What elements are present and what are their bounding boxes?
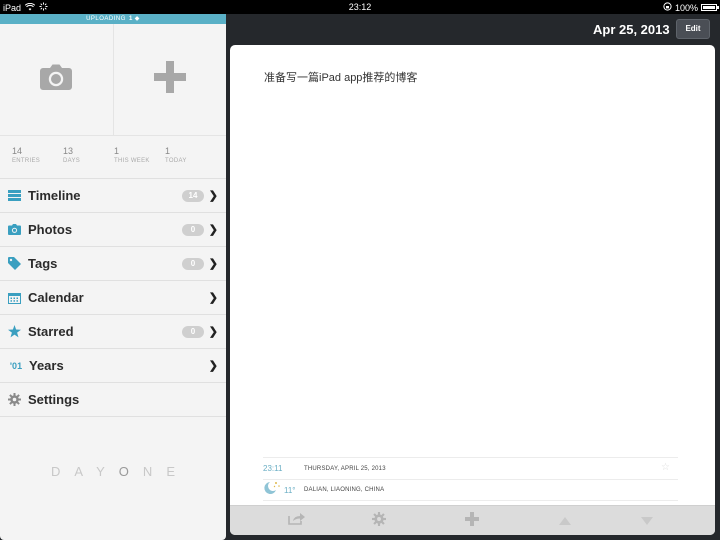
stat-today: 1 TODAY [165, 146, 216, 178]
camera-icon [40, 64, 73, 95]
quick-actions [0, 24, 226, 136]
sidebar-item-starred[interactable]: Starred 0 ❯ [0, 315, 226, 349]
chevron-right-icon: ❯ [208, 258, 218, 270]
sidebar-item-calendar[interactable]: Calendar ❯ [0, 281, 226, 315]
star-icon [8, 325, 21, 338]
stat-entries: 14 ENTRIES [12, 146, 63, 178]
sidebar: UPLOADING 1 ◆ 14 ENTRIES 13 DAYS 1 THIS WEEK … [0, 14, 226, 540]
stat-label: DAYS [63, 158, 81, 164]
gear-icon [8, 393, 21, 406]
entry-date-row: 23:11 THURSDAY, APRIL 25, 2013 ☆ [263, 457, 678, 479]
add-entry-button[interactable] [463, 511, 481, 531]
gear-icon [372, 511, 386, 531]
sidebar-item-label: Calendar [28, 290, 84, 305]
chevron-right-icon: ❯ [208, 292, 218, 304]
stat-value: 14 [12, 146, 23, 156]
new-photo-entry-button[interactable] [0, 24, 113, 135]
app-logo: DAYONE [0, 464, 226, 479]
entry-location-row: 11° DALIAN, LIAONING, CHINA [263, 479, 678, 501]
count-badge: 0 [182, 258, 204, 270]
stat-label: THIS WEEK [114, 158, 150, 164]
entry-time: 23:11 [263, 464, 283, 473]
star-toggle-icon[interactable]: ☆ [661, 462, 670, 473]
upload-status: UPLOADING 1 ◆ [0, 14, 226, 24]
chevron-right-icon: ❯ [208, 224, 218, 236]
plus-icon [465, 511, 479, 531]
years-icon: '01 [9, 360, 23, 371]
sidebar-item-photos[interactable]: Photos 0 ❯ [0, 213, 226, 247]
entry-full-date: THURSDAY, APRIL 25, 2013 [304, 465, 386, 472]
count-badge: 0 [182, 326, 204, 338]
sync-icon: ◆ [134, 16, 140, 22]
entry-card: 准备写一篇iPad app推荐的博客 23:11 THURSDAY, APRIL… [230, 45, 715, 535]
stat-value: 13 [63, 146, 74, 156]
stat-value: 1 [114, 146, 120, 156]
battery-fill [703, 6, 715, 9]
share-button[interactable] [288, 513, 306, 529]
stats-row: 14 ENTRIES 13 DAYS 1 THIS WEEK 1 TODAY [0, 136, 226, 178]
count-badge: 14 [182, 190, 204, 202]
entry-body[interactable]: 准备写一篇iPad app推荐的博客 [264, 69, 417, 85]
calendar-icon [8, 291, 21, 304]
up-arrow-icon [559, 512, 571, 530]
chevron-right-icon: ❯ [208, 326, 218, 338]
tag-icon [8, 257, 21, 270]
count-badge: 0 [182, 224, 204, 236]
sidebar-item-tags[interactable]: Tags 0 ❯ [0, 247, 226, 281]
sidebar-item-settings[interactable]: Settings [0, 383, 226, 417]
sidebar-item-label: Starred [28, 324, 74, 339]
battery-icon [701, 4, 719, 11]
logo-text: DAYONE [51, 464, 189, 479]
list-icon [8, 189, 21, 202]
edit-button[interactable]: Edit [676, 19, 710, 39]
battery-percent: 100% [674, 2, 698, 13]
share-icon [288, 512, 306, 530]
chevron-right-icon: ❯ [208, 360, 218, 372]
status-bar: iPad 23:12 100% [0, 0, 720, 14]
rotation-lock-icon [663, 2, 672, 13]
entry-location: DALIAN, LIAONING, CHINA [304, 487, 385, 493]
upload-label: UPLOADING [86, 16, 126, 22]
stat-label: ENTRIES [12, 158, 41, 164]
stat-this-week: 1 THIS WEEK [114, 146, 165, 178]
sidebar-item-label: Years [29, 358, 64, 373]
previous-entry-button[interactable] [556, 513, 574, 529]
sidebar-item-years[interactable]: '01 Years ❯ [0, 349, 226, 383]
sidebar-nav: Timeline 14 ❯ Photos 0 ❯ Tags 0 ❯ Calend… [0, 178, 226, 417]
entry-toolbar [230, 505, 715, 535]
weather-moon-icon [263, 480, 281, 500]
stat-days: 13 DAYS [63, 146, 114, 178]
temperature: 11° [284, 485, 296, 495]
camera-icon [8, 223, 21, 236]
sidebar-item-timeline[interactable]: Timeline 14 ❯ [0, 179, 226, 213]
next-entry-button[interactable] [638, 513, 656, 529]
settings-button[interactable] [370, 511, 388, 531]
chevron-right-icon: ❯ [208, 190, 218, 202]
stat-label: TODAY [165, 158, 187, 164]
down-arrow-icon [641, 512, 653, 530]
weather: 11° [263, 480, 304, 500]
new-entry-button[interactable] [112, 24, 227, 135]
sidebar-item-label: Photos [28, 222, 73, 237]
sidebar-item-label: Settings [28, 392, 80, 407]
clock: 23:12 [348, 2, 372, 12]
entry-date-header: Apr 25, 2013 [593, 22, 670, 37]
stat-value: 1 [165, 146, 171, 156]
sidebar-item-label: Timeline [28, 188, 81, 203]
plus-icon [153, 61, 186, 98]
sidebar-item-label: Tags [28, 256, 58, 271]
upload-count: 1 [128, 16, 133, 22]
